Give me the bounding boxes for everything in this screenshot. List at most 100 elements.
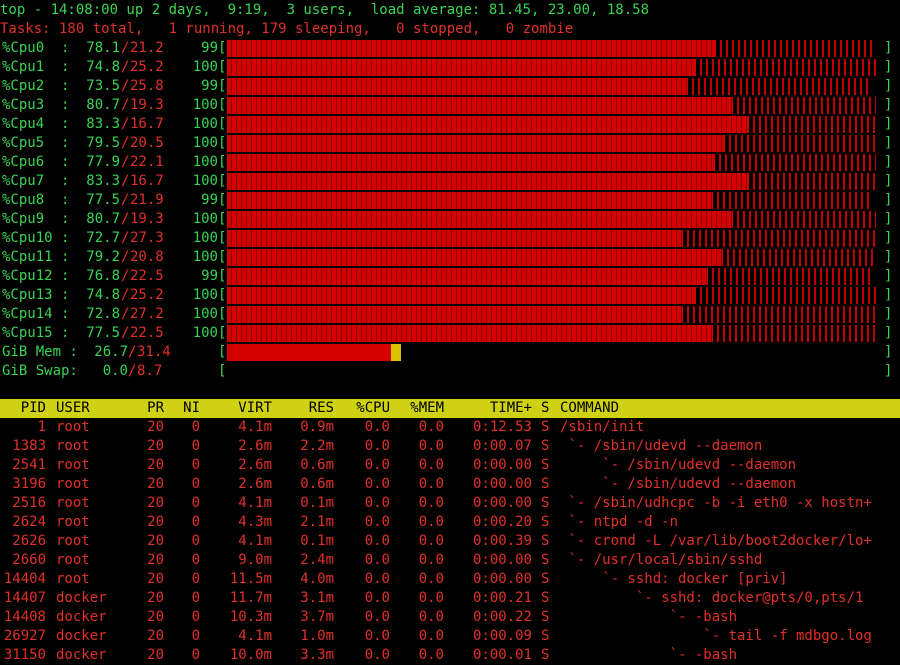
cpu-system-bar (748, 116, 877, 133)
process-row[interactable]: 26927 docker 20 0 4.1m 1.0m 0.0 0.0 0:00.09 S `- … (0, 627, 900, 646)
process-mem: 0.0 (418, 628, 444, 644)
process-cmd: `- -bash (560, 609, 738, 625)
process-cmd: `- /usr/local/sbin/sshd (560, 552, 763, 568)
cpu-separator: / (121, 154, 130, 170)
meter-open-bracket: [ (218, 287, 227, 303)
cpu-separator: / (121, 249, 130, 265)
column-header-command[interactable]: COMMAND (560, 399, 760, 418)
meter-close-bracket: ] (884, 135, 893, 151)
column-header-virt[interactable]: VIRT (206, 399, 272, 418)
cpu-user-percent: 74.8 (86, 59, 120, 75)
process-pid: 1383 (12, 438, 46, 454)
process-row[interactable]: 2660 root 20 0 9.0m 2.4m 0.0 0.0 0:00.00 S `- /us… (0, 551, 900, 570)
cpu-system-percent: 25.2 (130, 287, 164, 303)
cpu-system-bar (712, 325, 877, 342)
cpu-row: %Cpu7 : 83.3/16.7 100[] (0, 172, 900, 191)
process-virt: 11.5m (229, 571, 272, 587)
cpu-usage-meter (227, 211, 883, 228)
cpu-separator: / (121, 135, 130, 151)
cpu-row: %Cpu15 : 77.5/22.5 100[] (0, 324, 900, 343)
cpu-user-percent: 79.5 (86, 135, 120, 151)
cpu-label: %Cpu6 : (2, 154, 70, 170)
cpu-label: %Cpu15 : (2, 325, 70, 341)
cpu-row: %Cpu13 : 74.8/25.2 100[] (0, 286, 900, 305)
cpu-system-bar (725, 135, 877, 152)
process-virt: 9.0m (238, 552, 272, 568)
meter-close-bracket: ] (884, 97, 893, 113)
process-row[interactable]: 2541 root 20 0 2.6m 0.6m 0.0 0.0 0:00.00 S `- /sb… (0, 456, 900, 475)
process-mem: 0.0 (418, 533, 444, 549)
mem-separator: / (128, 344, 137, 360)
process-row[interactable]: 14407 docker 20 0 11.7m 3.1m 0.0 0.0 0:00.21 S `-… (0, 589, 900, 608)
cpu-row: %Cpu6 : 77.9/22.1 100[] (0, 153, 900, 172)
cpu-usage-meter (227, 192, 883, 209)
process-mem: 0.0 (418, 590, 444, 606)
cpu-system-bar (715, 154, 877, 171)
process-row[interactable]: 3196 root 20 0 2.6m 0.6m 0.0 0.0 0:00.00 S `- /sb… (0, 475, 900, 494)
cpu-total-percent: 100 (192, 287, 218, 303)
cpu-system-bar (732, 97, 877, 114)
cpu-user-bar (227, 325, 713, 342)
process-cmd: `- -bash (560, 647, 738, 663)
cpu-usage-meter (227, 287, 883, 304)
cpu-usage-meter (227, 173, 883, 190)
process-time: 0:00.00 (472, 495, 532, 511)
process-row[interactable]: 2516 root 20 0 4.1m 0.1m 0.0 0.0 0:00.00 S `- /sb… (0, 494, 900, 513)
cpu-row: %Cpu14 : 72.8/27.2 100[] (0, 305, 900, 324)
process-cmd: `- /sbin/udevd --daemon (560, 476, 797, 492)
column-header-ni[interactable]: NI (160, 399, 200, 418)
process-pid: 2626 (12, 533, 46, 549)
cpu-label: %Cpu0 : (2, 40, 70, 56)
process-s: S (541, 438, 550, 454)
cpu-usage-meter (227, 268, 883, 285)
process-time: 0:00.39 (472, 533, 532, 549)
process-virt: 2.6m (238, 476, 272, 492)
cpu-user-percent: 72.8 (86, 306, 120, 322)
process-cmd: `- crond -L /var/lib/boot2docker/lo+ (560, 533, 872, 549)
process-ni: 0 (191, 514, 200, 530)
cpu-user-bar (227, 78, 688, 95)
process-virt: 4.1m (238, 533, 272, 549)
cpu-system-bar (683, 306, 877, 323)
meter-close-bracket: ] (884, 363, 893, 379)
process-s: S (541, 590, 550, 606)
process-s: S (541, 571, 550, 587)
process-user: docker (56, 609, 107, 625)
process-ni: 0 (191, 495, 200, 511)
process-virt: 4.1m (238, 419, 272, 435)
process-mem: 0.0 (418, 476, 444, 492)
process-pid: 3196 (12, 476, 46, 492)
cpu-separator: / (121, 268, 130, 284)
meter-close-bracket: ] (884, 306, 893, 322)
swap-used: 0.0 (102, 363, 128, 379)
column-header-pr[interactable]: PR (120, 399, 164, 418)
cpu-total-percent: 100 (192, 325, 218, 341)
cpu-total-percent: 99 (201, 40, 218, 56)
meter-open-bracket: [ (218, 230, 227, 246)
process-row[interactable]: 14408 docker 20 0 10.3m 3.7m 0.0 0.0 0:00.22 S `-… (0, 608, 900, 627)
column-header-user[interactable]: USER (56, 399, 116, 418)
process-row[interactable]: 1 root 20 0 4.1m 0.9m 0.0 0.0 0:12.53 S/sbin/init (0, 418, 900, 437)
process-table-header[interactable]: PID USER PR NI VIRT RES %CPU %MEM TIME+ S COMMAND (0, 399, 900, 418)
process-row[interactable]: 14404 root 20 0 11.5m 4.0m 0.0 0.0 0:00.00 S `- s… (0, 570, 900, 589)
column-header-s[interactable]: S (541, 399, 551, 418)
process-cmd: /sbin/init (560, 419, 645, 435)
process-row[interactable]: 2626 root 20 0 4.1m 0.1m 0.0 0.0 0:00.39 S `- cro… (0, 532, 900, 551)
process-mem: 0.0 (418, 552, 444, 568)
column-header-time[interactable]: TIME+ (456, 399, 532, 418)
process-pid: 2541 (12, 457, 46, 473)
process-time: 0:00.00 (472, 571, 532, 587)
cpu-label: %Cpu13 : (2, 287, 70, 303)
column-header-pid[interactable]: PID (0, 399, 46, 418)
mem-used: 26.7 (94, 344, 128, 360)
process-pid: 2516 (12, 495, 46, 511)
process-row[interactable]: 2624 root 20 0 4.3m 2.1m 0.0 0.0 0:00.20 S `- ntp… (0, 513, 900, 532)
column-header-mem[interactable]: %MEM (378, 399, 444, 418)
process-pid: 31150 (3, 647, 46, 663)
cpu-total-percent: 100 (192, 173, 218, 189)
process-row[interactable]: 31150 docker 20 0 10.0m 3.3m 0.0 0.0 0:00.01 S `-… (0, 646, 900, 665)
cpu-total-percent: 99 (201, 78, 218, 94)
cpu-separator: / (121, 173, 130, 189)
process-s: S (541, 457, 550, 473)
process-row[interactable]: 1383 root 20 0 2.6m 2.2m 0.0 0.0 0:00.07 S `- /sb… (0, 437, 900, 456)
